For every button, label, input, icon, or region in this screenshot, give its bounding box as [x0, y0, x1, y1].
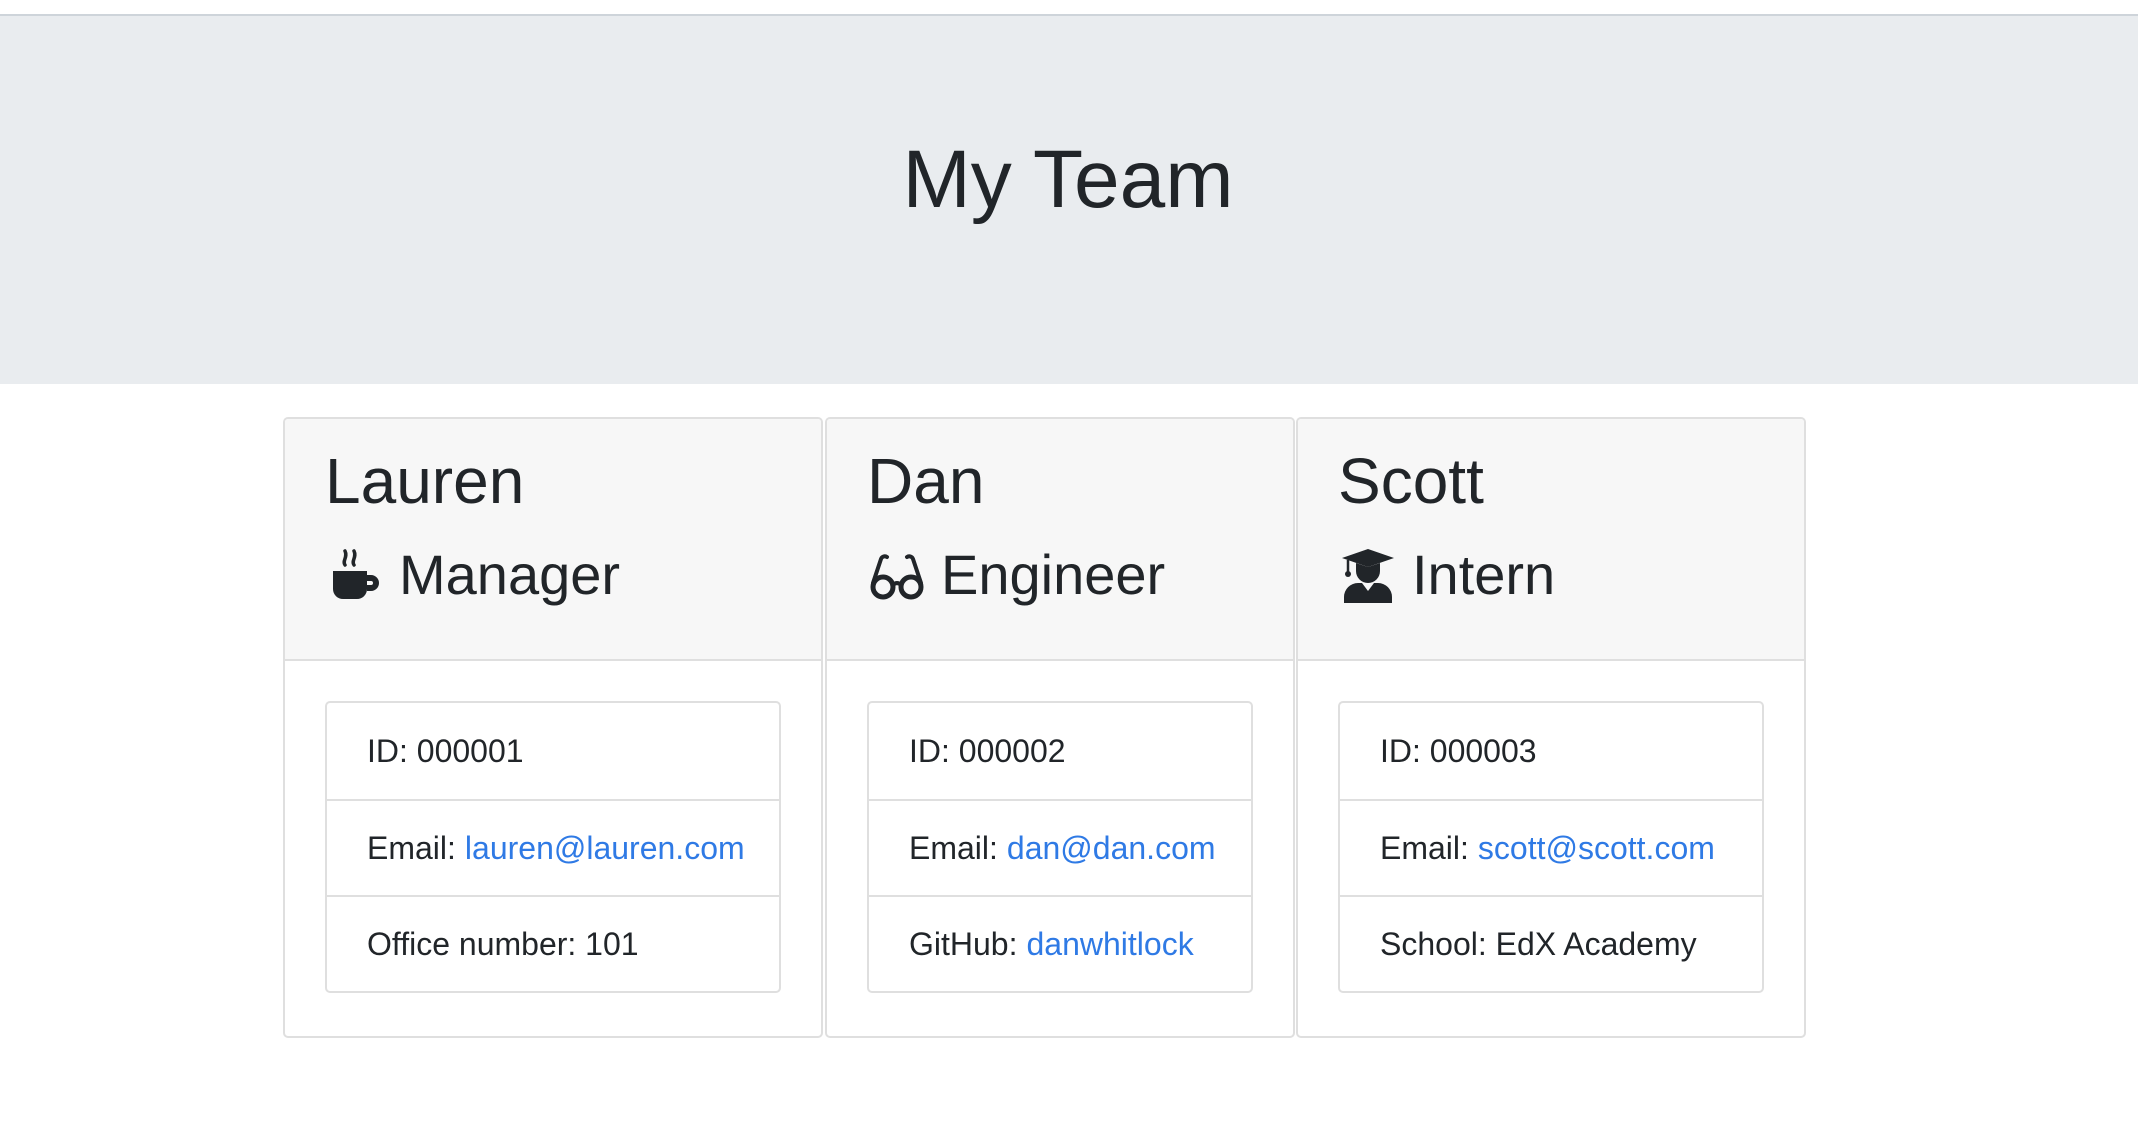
id-label: ID:	[367, 732, 408, 769]
email-label: Email:	[1380, 829, 1469, 866]
list-item-office: Office number: 101	[327, 895, 779, 991]
github-link[interactable]: danwhitlock	[1026, 926, 1193, 963]
card-header: Scott Intern	[1298, 419, 1804, 661]
email-label: Email:	[367, 829, 456, 866]
list-item-id: ID: 000002	[869, 703, 1251, 799]
email-link[interactable]: dan@dan.com	[1007, 830, 1216, 867]
id-value: 000001	[416, 732, 524, 769]
card-header: Lauren Manager	[285, 419, 821, 661]
employee-details-list: ID: 000003 Email: scott@scott.com School…	[1338, 701, 1764, 993]
list-item-email: Email: dan@dan.com	[869, 799, 1251, 895]
graduate-icon	[1338, 545, 1398, 605]
office-label: Office number:	[367, 925, 577, 962]
list-item-email: Email: lauren@lauren.com	[327, 799, 779, 895]
employee-role: Intern	[1338, 541, 1555, 608]
employee-role-label: Manager	[399, 543, 621, 606]
id-label: ID:	[1380, 732, 1421, 769]
email-link[interactable]: scott@scott.com	[1478, 830, 1715, 867]
employee-role-label: Engineer	[941, 543, 1166, 606]
employee-details-list: ID: 000001 Email: lauren@lauren.com Offi…	[325, 701, 781, 993]
id-value: 000003	[1429, 732, 1537, 769]
employee-details-list: ID: 000002 Email: dan@dan.com GitHub: da…	[867, 701, 1253, 993]
employee-card-engineer: Dan Engineer ID: 000002 Email: dan@dan.c…	[825, 417, 1295, 1038]
school-value: EdX Academy	[1495, 925, 1697, 962]
github-label: GitHub:	[909, 925, 1018, 962]
employee-name: Scott	[1338, 445, 1484, 517]
list-item-id: ID: 000003	[1340, 703, 1762, 799]
employee-card-intern: Scott Intern ID: 000003 Email: scott@sco…	[1296, 417, 1806, 1038]
employee-role-label: Intern	[1412, 543, 1556, 606]
email-label: Email:	[909, 829, 998, 866]
browser-top-rule	[0, 0, 2138, 16]
school-label: School:	[1380, 925, 1487, 962]
page-title: My Team	[902, 134, 1234, 225]
list-item-email: Email: scott@scott.com	[1340, 799, 1762, 895]
employee-name: Dan	[867, 445, 985, 517]
glasses-icon	[867, 545, 927, 605]
employee-role: Engineer	[867, 541, 1165, 608]
page-header: My Team	[0, 16, 2138, 384]
card-header: Dan Engineer	[827, 419, 1293, 661]
employee-card-manager: Lauren Manager ID: 000001 Email: lauren@…	[283, 417, 823, 1038]
email-link[interactable]: lauren@lauren.com	[465, 830, 745, 867]
office-value: 101	[585, 925, 639, 962]
id-label: ID:	[909, 732, 950, 769]
list-item-school: School: EdX Academy	[1340, 895, 1762, 991]
id-value: 000002	[958, 732, 1066, 769]
list-item-github: GitHub: danwhitlock	[869, 895, 1251, 991]
list-item-id: ID: 000001	[327, 703, 779, 799]
employee-name: Lauren	[325, 445, 525, 517]
employee-role: Manager	[325, 541, 620, 608]
coffee-mug-icon	[325, 545, 385, 605]
